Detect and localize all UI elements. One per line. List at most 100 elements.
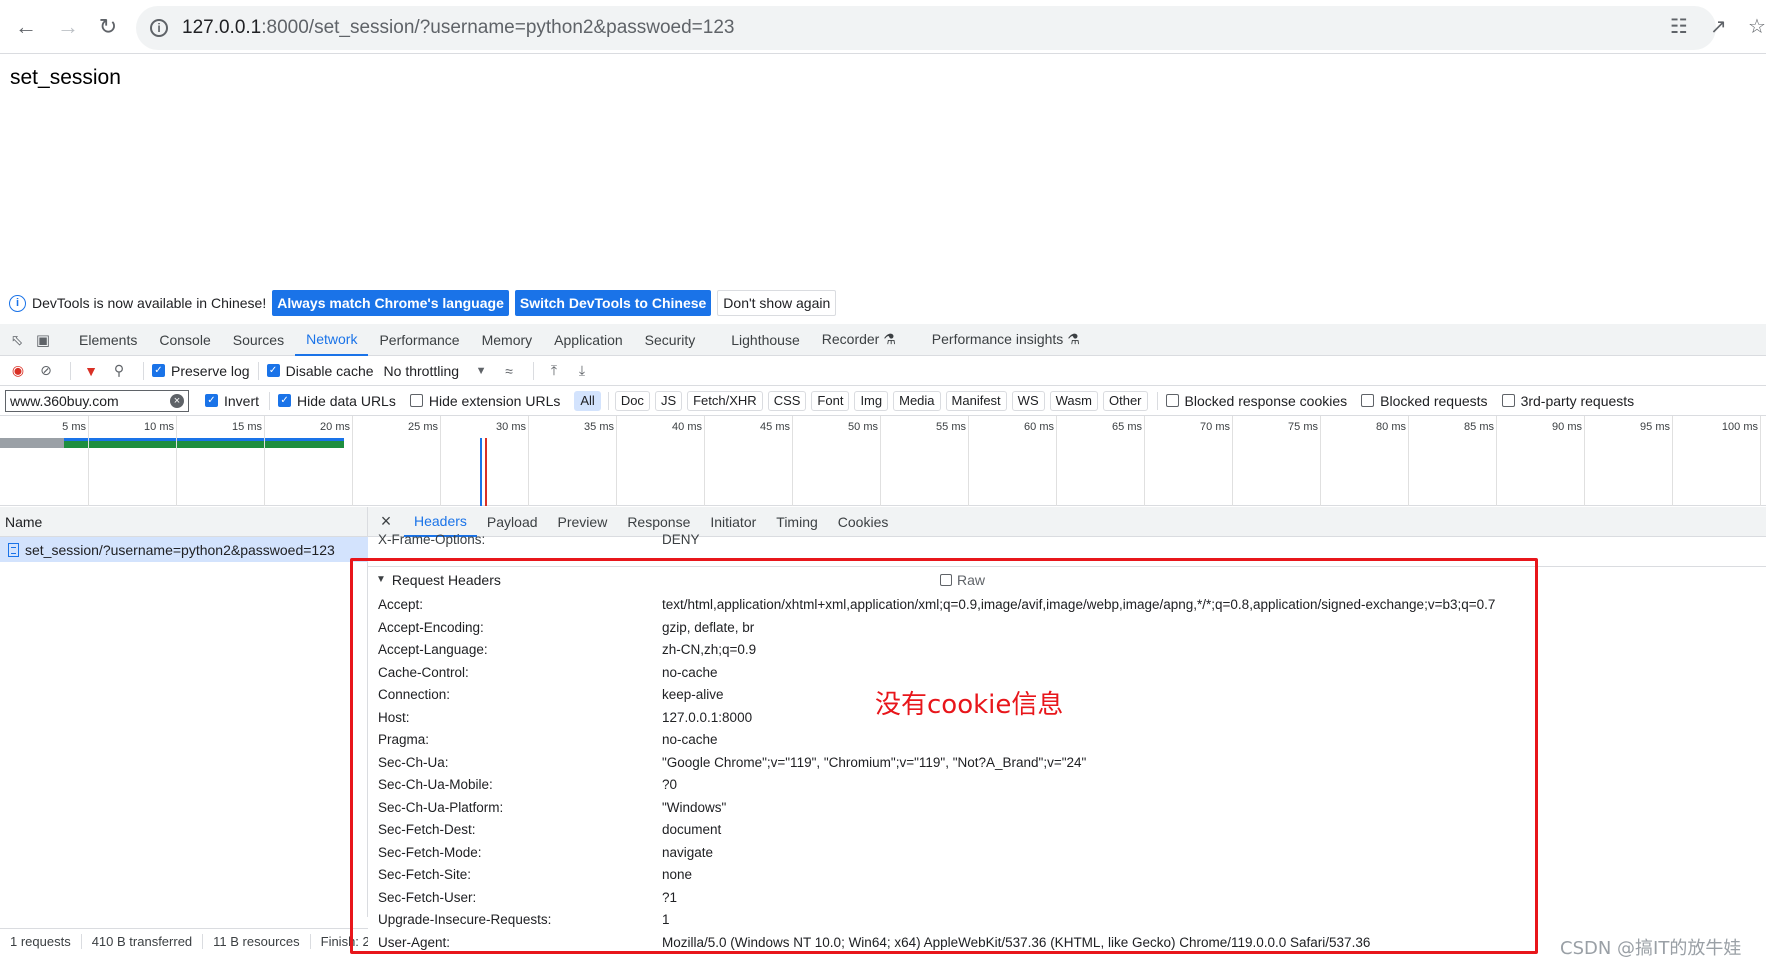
disable-cache-checkbox[interactable]: ✓ Disable cache: [266, 363, 374, 379]
tab-lighthouse[interactable]: Lighthouse: [720, 324, 811, 356]
timeline-tick: 10 ms: [144, 416, 177, 506]
tab-elements[interactable]: Elements: [68, 324, 148, 356]
tab-performance[interactable]: Performance: [368, 324, 470, 356]
dont-show-again-button[interactable]: Don't show again: [717, 290, 837, 316]
site-info-icon[interactable]: i: [150, 19, 168, 37]
tab-application[interactable]: Application: [543, 324, 634, 356]
bookmark-star-icon[interactable]: ☆: [1748, 14, 1766, 39]
close-icon[interactable]: ×: [368, 511, 404, 532]
collapse-triangle-icon[interactable]: ▼: [376, 574, 386, 585]
header-value: ?1: [662, 889, 678, 905]
network-conditions-icon[interactable]: ≈: [497, 363, 521, 379]
always-match-language-button[interactable]: Always match Chrome's language: [272, 290, 509, 316]
timeline-tick-label: 65 ms: [1112, 421, 1142, 433]
type-filter-other[interactable]: Other: [1102, 390, 1148, 411]
address-bar[interactable]: i 127.0.0.1:8000/set_session/?username=p…: [136, 6, 1716, 50]
type-filter-doc[interactable]: Doc: [614, 390, 650, 411]
search-icon[interactable]: ⚲: [107, 362, 131, 379]
header-key: Sec-Fetch-Dest:: [378, 822, 476, 837]
reload-icon[interactable]: ↻: [90, 9, 126, 45]
header-row: Sec-Fetch-Site: none: [378, 867, 1758, 890]
header-row: User-Agent: Mozilla/5.0 (Windows NT 10.0;…: [378, 935, 1758, 958]
type-filter-wasm[interactable]: Wasm: [1049, 390, 1098, 411]
tab-memory[interactable]: Memory: [471, 324, 544, 356]
requests-list-area: [0, 562, 368, 917]
header-row: Cache-Control: no-cache: [378, 665, 1758, 688]
type-filter-ws[interactable]: WS: [1011, 390, 1045, 411]
requests-name-header[interactable]: Name: [0, 507, 368, 537]
tab-preview[interactable]: Preview: [548, 507, 618, 537]
device-toolbar-icon[interactable]: ▣: [32, 324, 54, 356]
devtools-language-infobar: i DevTools is now available in Chinese! …: [0, 288, 1766, 318]
import-har-icon[interactable]: ⤒: [542, 362, 566, 379]
header-row: Upgrade-Insecure-Requests: 1: [378, 912, 1758, 935]
type-filter-font[interactable]: Font: [811, 390, 850, 411]
checkmark-icon: ✓: [278, 394, 292, 407]
type-filter-css[interactable]: CSS: [767, 390, 807, 411]
annotation-text: 没有cookie信息: [875, 690, 1064, 720]
forward-arrow-icon[interactable]: →: [50, 9, 86, 45]
preserve-log-checkbox[interactable]: ✓ Preserve log: [152, 363, 250, 379]
tab-performance-insights[interactable]: Performance insights ⚗: [921, 324, 1091, 356]
tab-network[interactable]: Network: [295, 324, 369, 356]
request-row[interactable]: set_session/?username=python2&passwoed=1…: [0, 537, 368, 562]
timeline-tick: 70 ms: [1200, 416, 1233, 506]
request-headers-section[interactable]: ▼ Request Headers Raw: [368, 566, 1766, 592]
hide-data-urls-checkbox[interactable]: ✓ Hide data URLs: [278, 393, 396, 409]
share-icon[interactable]: ↗: [1710, 14, 1727, 39]
type-filter-media[interactable]: Media: [893, 390, 941, 411]
blocked-requests-checkbox[interactable]: Blocked requests: [1361, 393, 1488, 409]
tab-sources[interactable]: Sources: [222, 324, 295, 356]
chevron-down-icon[interactable]: ▼: [469, 365, 493, 377]
tab-timing[interactable]: Timing: [766, 507, 828, 537]
timeline-tick-label: 50 ms: [848, 421, 878, 433]
tab-console[interactable]: Console: [148, 324, 221, 356]
devtools-tabbar: ⬁ ▣ Elements Console Sources Network Per…: [0, 324, 1766, 356]
header-row: Sec-Ch-Ua-Platform: "Windows": [378, 800, 1758, 823]
inspect-element-icon[interactable]: ⬁: [6, 324, 28, 356]
header-value: navigate: [662, 844, 714, 860]
timeline-tick-label: 95 ms: [1640, 421, 1670, 433]
network-filter-bar: www.360buy.com × ✓ Invert ✓ Hide data URLs…: [0, 386, 1766, 416]
clear-filter-icon[interactable]: ×: [170, 393, 184, 408]
stop-recording-icon[interactable]: ◉: [6, 362, 30, 379]
network-timeline-overview[interactable]: 5 ms 10 ms 15 ms 20 ms 25 ms 30 ms 35 ms 40 ms 4…: [0, 416, 1766, 506]
clear-icon[interactable]: ⊘: [34, 362, 58, 379]
back-arrow-icon[interactable]: ←: [8, 9, 44, 45]
tab-cookies[interactable]: Cookies: [828, 507, 899, 537]
checkmark-icon: ✓: [152, 364, 165, 377]
type-filter-js[interactable]: JS: [654, 390, 683, 411]
type-filter-img[interactable]: Img: [854, 390, 889, 411]
blocked-response-cookies-checkbox[interactable]: Blocked response cookies: [1165, 393, 1347, 409]
raw-checkbox[interactable]: Raw: [940, 572, 985, 588]
tab-recorder[interactable]: Recorder ⚗: [811, 324, 907, 356]
timeline-tick: 85 ms: [1464, 416, 1497, 506]
watermark: CSDN @搞IT的放牛娃: [1560, 938, 1742, 959]
hide-extension-urls-checkbox[interactable]: Hide extension URLs: [409, 393, 560, 409]
timeline-tick-label: 30 ms: [496, 421, 526, 433]
network-status-bar: 1 requests 410 B transferred 11 B resour…: [0, 928, 368, 954]
filter-input[interactable]: www.360buy.com ×: [5, 389, 189, 412]
throttling-select[interactable]: No throttling: [384, 363, 459, 379]
header-value: "Google Chrome";v="119", "Chromium";v="1…: [662, 754, 1087, 770]
timeline-tick: 25 ms: [408, 416, 441, 506]
header-value: text/html,application/xhtml+xml,applicat…: [662, 597, 1496, 612]
type-filter-fetch-xhr[interactable]: Fetch/XHR: [687, 390, 763, 411]
translate-icon[interactable]: ☷: [1670, 14, 1688, 39]
filter-icon[interactable]: ▼: [79, 363, 103, 379]
switch-devtools-chinese-button[interactable]: Switch DevTools to Chinese: [514, 290, 712, 316]
page-body-text: set_session: [10, 66, 121, 89]
export-har-icon[interactable]: ⤓: [570, 362, 594, 379]
timeline-tick: 45 ms: [760, 416, 793, 506]
invert-checkbox[interactable]: ✓ Invert: [205, 393, 259, 409]
tab-payload[interactable]: Payload: [477, 507, 548, 537]
tab-security[interactable]: Security: [634, 324, 707, 356]
timeline-tick-label: 45 ms: [760, 421, 790, 433]
tab-initiator[interactable]: Initiator: [700, 507, 766, 537]
type-filter-manifest[interactable]: Manifest: [945, 390, 1007, 411]
third-party-requests-checkbox[interactable]: 3rd-party requests: [1501, 393, 1634, 409]
type-filter-all[interactable]: All: [574, 390, 601, 411]
url-text[interactable]: 127.0.0.1:8000/set_session/?username=pyt…: [182, 17, 734, 39]
header-value: 1: [662, 912, 670, 927]
timeline-tick: 95 ms: [1640, 416, 1673, 506]
